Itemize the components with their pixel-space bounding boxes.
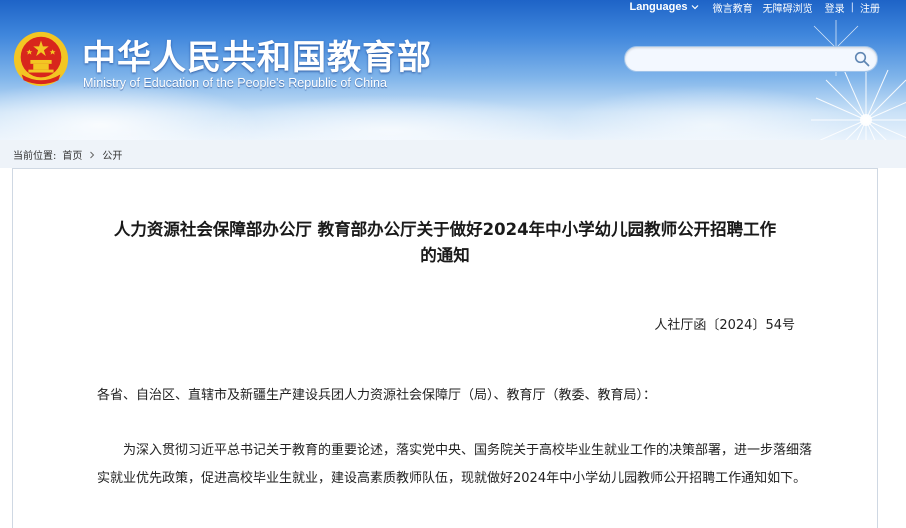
header-cloud <box>200 95 580 140</box>
breadcrumb-current[interactable]: 公开 <box>102 147 122 162</box>
breadcrumb-label: 当前位置: <box>13 151 57 162</box>
register-link[interactable]: 注册 <box>860 0 880 15</box>
article-salutation: 各省、自治区、直辖市及新疆生产建设兵团人力资源社会保障厅（局）、教育厅（教委、教… <box>97 388 657 403</box>
login-link[interactable]: 登录 <box>825 0 845 15</box>
article-title: 人力资源社会保障部办公厅 教育部办公厅关于做好2024年中小学幼儿园教师公开招聘… <box>73 217 817 269</box>
weiyan-link[interactable]: 微言教育 <box>713 0 753 15</box>
site-title-en: Ministry of Education of the People's Re… <box>83 76 387 90</box>
article-container: 人力资源社会保障部办公厅 教育部办公厅关于做好2024年中小学幼儿园教师公开招聘… <box>12 168 878 528</box>
top-utility-bar: Languages 微言教育 无障碍浏览 登录 | 注册 <box>629 0 880 15</box>
breadcrumb: 当前位置: 首页 公开 <box>0 140 906 168</box>
languages-label: Languages <box>629 1 688 13</box>
chevron-right-icon <box>90 151 95 158</box>
article-title-line2: 的通知 <box>420 246 470 265</box>
national-emblem-icon[interactable] <box>12 30 70 88</box>
topbar-separator: | <box>850 1 854 13</box>
accessibility-link[interactable]: 无障碍浏览 <box>763 0 813 15</box>
article-title-line1: 人力资源社会保障部办公厅 教育部办公厅关于做好2024年中小学幼儿园教师公开招聘… <box>113 220 777 239</box>
languages-menu[interactable]: Languages <box>629 1 699 13</box>
breadcrumb-home[interactable]: 首页 <box>62 147 82 162</box>
search-icon[interactable] <box>854 51 870 67</box>
site-header: Languages 微言教育 无障碍浏览 登录 | 注册 中华人民共和国教育部 … <box>0 0 906 140</box>
article-paragraph: 为深入贯彻习近平总书记关于教育的重要论述，落实党中央、国务院关于高校毕业生就业工… <box>97 443 813 486</box>
search-input[interactable] <box>635 50 849 70</box>
site-title-cn[interactable]: 中华人民共和国教育部 <box>82 30 432 79</box>
chevron-down-icon <box>691 5 699 10</box>
document-number: 人社厅函〔2024〕54号 <box>654 318 795 333</box>
search-box[interactable] <box>624 46 878 72</box>
